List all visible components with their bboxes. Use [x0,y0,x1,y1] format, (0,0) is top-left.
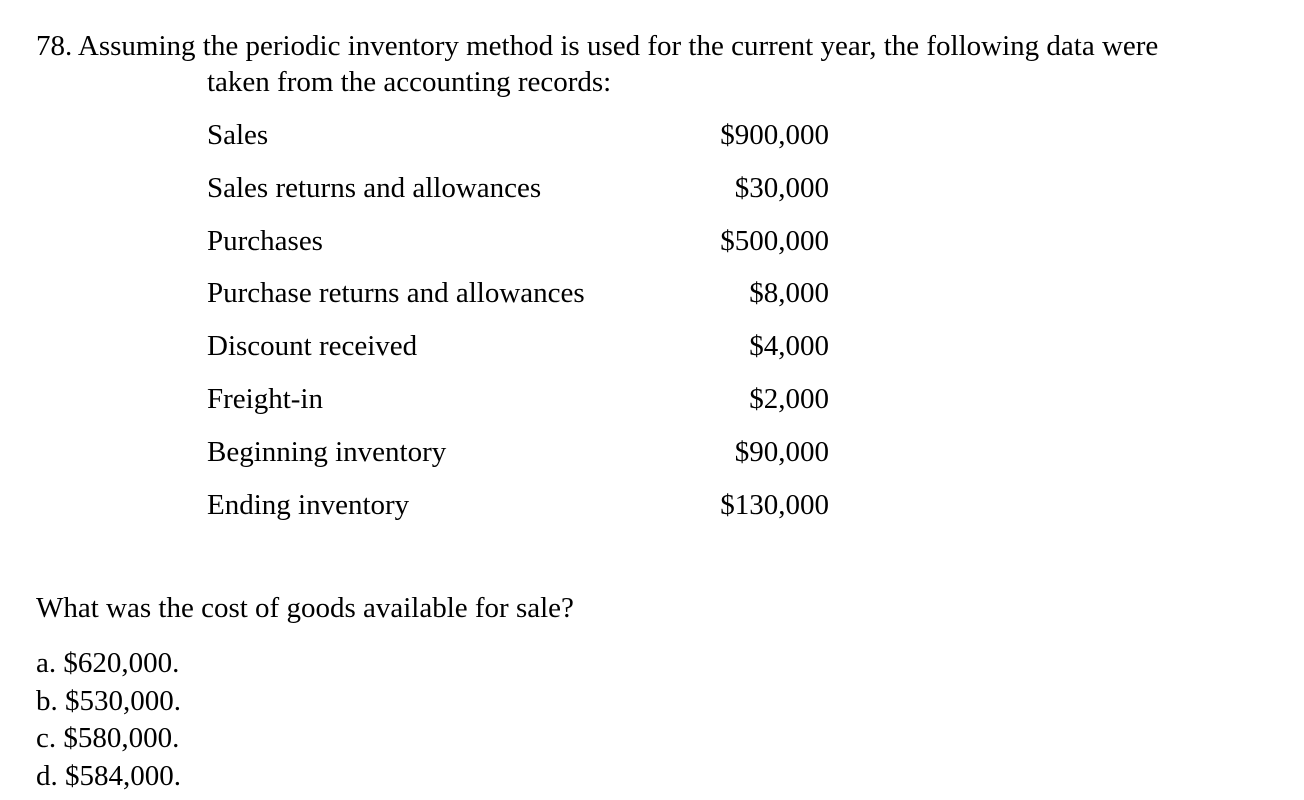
row-label: Purchase returns and allowances [207,277,585,310]
data-row-purchases: Purchases $500,000 [207,220,829,273]
data-row-purchase-returns: Purchase returns and allowances $8,000 [207,272,829,325]
question-stem: 78. Assuming the periodic inventory meth… [36,30,1159,62]
option-b[interactable]: b. $530,000. [36,683,181,721]
row-value: $130,000 [720,488,829,521]
row-value: $90,000 [734,435,829,468]
row-label: Beginning inventory [207,435,447,468]
data-row-freight-in: Freight-in $2,000 [207,378,829,431]
data-row-sales: Sales $900,000 [207,114,829,167]
question-prompt: What was the cost of goods available for… [36,592,574,624]
row-label: Discount received [207,330,418,363]
data-row-ending-inventory: Ending inventory $130,000 [207,484,829,537]
row-value: $2,000 [749,382,829,415]
row-label: Sales returns and allowances [207,171,542,204]
row-label: Ending inventory [207,488,410,521]
option-a[interactable]: a. $620,000. [36,645,181,683]
row-value: $4,000 [749,330,829,363]
row-label: Sales [207,119,269,151]
option-c[interactable]: c. $580,000. [36,720,181,758]
data-row-beginning-inventory: Beginning inventory $90,000 [207,431,829,484]
row-value: $30,000 [734,171,829,204]
row-value: $8,000 [749,277,829,310]
question-stem-continuation: taken from the accounting records: [207,66,612,98]
data-row-sales-returns: Sales returns and allowances $30,000 [207,167,829,220]
row-value: $500,000 [720,224,829,257]
row-label: Freight-in [207,382,323,415]
accounting-data-table: Sales $900,000 Sales returns and allowan… [207,114,829,536]
row-label: Purchases [207,224,323,257]
row-value: $900,000 [720,119,829,151]
answer-options: a. $620,000. b. $530,000. c. $580,000. d… [36,645,181,795]
option-d[interactable]: d. $584,000. [36,758,181,796]
data-row-discount-received: Discount received $4,000 [207,325,829,378]
